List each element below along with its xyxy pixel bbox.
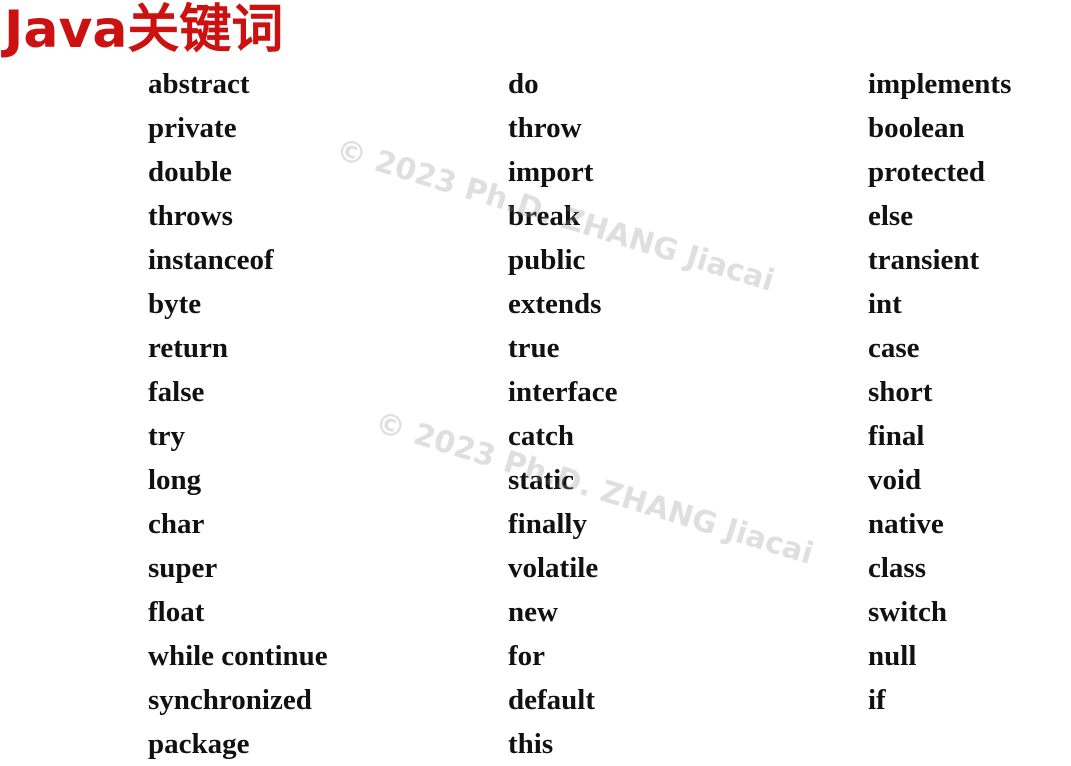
keyword-item: int [868, 288, 902, 320]
keyword-item: public [508, 244, 586, 276]
keyword-item: synchronized [148, 684, 312, 716]
keyword-column-3: implements boolean protected else transient i… [868, 62, 1011, 722]
keyword-item: switch [868, 596, 947, 628]
keyword-item: break [508, 200, 580, 232]
keyword-item: transient [868, 244, 980, 276]
keyword-item: double [148, 156, 232, 188]
keyword-item: super [148, 552, 218, 584]
keyword-item: throws [148, 200, 233, 232]
keyword-item: float [148, 596, 205, 628]
keyword-item: class [868, 552, 926, 584]
keyword-item: false [148, 376, 205, 408]
keyword-item: this [508, 728, 554, 760]
keyword-item: void [868, 464, 922, 496]
keyword-item: extends [508, 288, 602, 320]
keyword-item: abstract [148, 68, 250, 100]
keyword-item: case [868, 332, 920, 364]
keyword-item: byte [148, 288, 202, 320]
keyword-column-1: abstract private double throws instanceof byt… [148, 62, 328, 766]
keyword-item: package [148, 728, 250, 760]
keyword-item: instanceof [148, 244, 274, 276]
keyword-item: interface [508, 376, 618, 408]
keyword-item: for [508, 640, 546, 672]
keyword-item: catch [508, 420, 575, 452]
keyword-item: private [148, 112, 237, 144]
keyword-item: finally [508, 508, 587, 540]
keyword-item: new [508, 596, 558, 628]
keyword-item: boolean [868, 112, 965, 144]
keyword-item: true [508, 332, 560, 364]
keyword-item: volatile [508, 552, 599, 584]
keyword-item: final [868, 420, 925, 452]
keyword-item: while continue [148, 640, 328, 672]
keyword-item: throw [508, 112, 582, 144]
keyword-item: return [148, 332, 229, 364]
keyword-item: implements [868, 68, 1012, 100]
keyword-item: import [508, 156, 594, 188]
keyword-item: protected [868, 156, 986, 188]
keyword-item: native [868, 508, 944, 540]
keyword-item: try [148, 420, 186, 452]
keyword-item: null [868, 640, 917, 672]
keyword-item: default [508, 684, 595, 716]
keyword-item: long [148, 464, 202, 496]
keyword-item: char [148, 508, 205, 540]
slide-title: Java关键词 [4, 0, 284, 60]
keyword-item: static [508, 464, 575, 496]
keyword-item: short [868, 376, 933, 408]
keyword-item: if [868, 684, 886, 716]
keyword-item: do [508, 68, 539, 100]
keyword-item: else [868, 200, 914, 232]
keyword-column-2: do throw import break public extends true inter… [508, 62, 618, 766]
